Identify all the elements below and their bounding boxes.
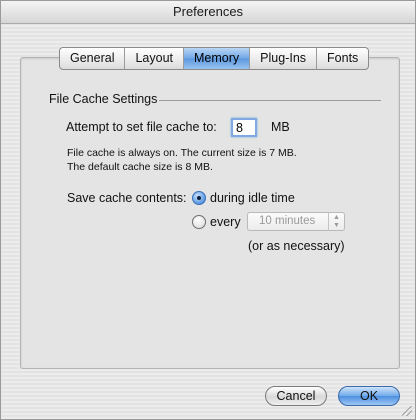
cache-unit-label: MB <box>271 120 290 134</box>
radio-every-label[interactable]: every <box>210 215 241 229</box>
tab-bar: General Layout Memory Plug-Ins Fonts <box>59 47 370 70</box>
tab-fonts[interactable]: Fonts <box>317 48 368 69</box>
cache-size-field[interactable] <box>231 118 257 137</box>
interval-popup-value: 10 minutes <box>259 215 316 227</box>
radio-every[interactable] <box>192 215 206 229</box>
group-separator <box>159 100 381 101</box>
popup-arrows-icon: ▲ ▼ <box>328 213 344 231</box>
radio-during-idle-time-label[interactable]: during idle time <box>210 191 295 205</box>
resize-grip-icon[interactable] <box>402 406 412 416</box>
tab-memory[interactable]: Memory <box>184 48 251 69</box>
ok-button[interactable]: OK <box>338 386 400 406</box>
as-necessary-note: (or as necessary) <box>248 239 345 253</box>
save-cache-label: Save cache contents: <box>67 191 187 205</box>
radio-during-idle-time[interactable] <box>192 191 206 205</box>
tab-general[interactable]: General <box>60 48 126 69</box>
preferences-window: Preferences General Layout Memory Plug-I… <box>0 0 416 420</box>
window-title: Preferences <box>1 1 415 24</box>
tab-layout[interactable]: Layout <box>125 48 185 69</box>
cancel-button[interactable]: Cancel <box>265 386 327 406</box>
cache-info-line-1: File cache is always on. The current siz… <box>67 147 297 159</box>
file-cache-settings-heading: File Cache Settings <box>49 92 158 106</box>
cache-size-label: Attempt to set file cache to: <box>66 120 217 134</box>
interval-popup[interactable]: 10 minutes ▲ ▼ <box>247 212 345 231</box>
tab-plug-ins[interactable]: Plug-Ins <box>250 48 318 69</box>
cache-info-line-2: The default cache size is 8 MB. <box>67 161 213 173</box>
